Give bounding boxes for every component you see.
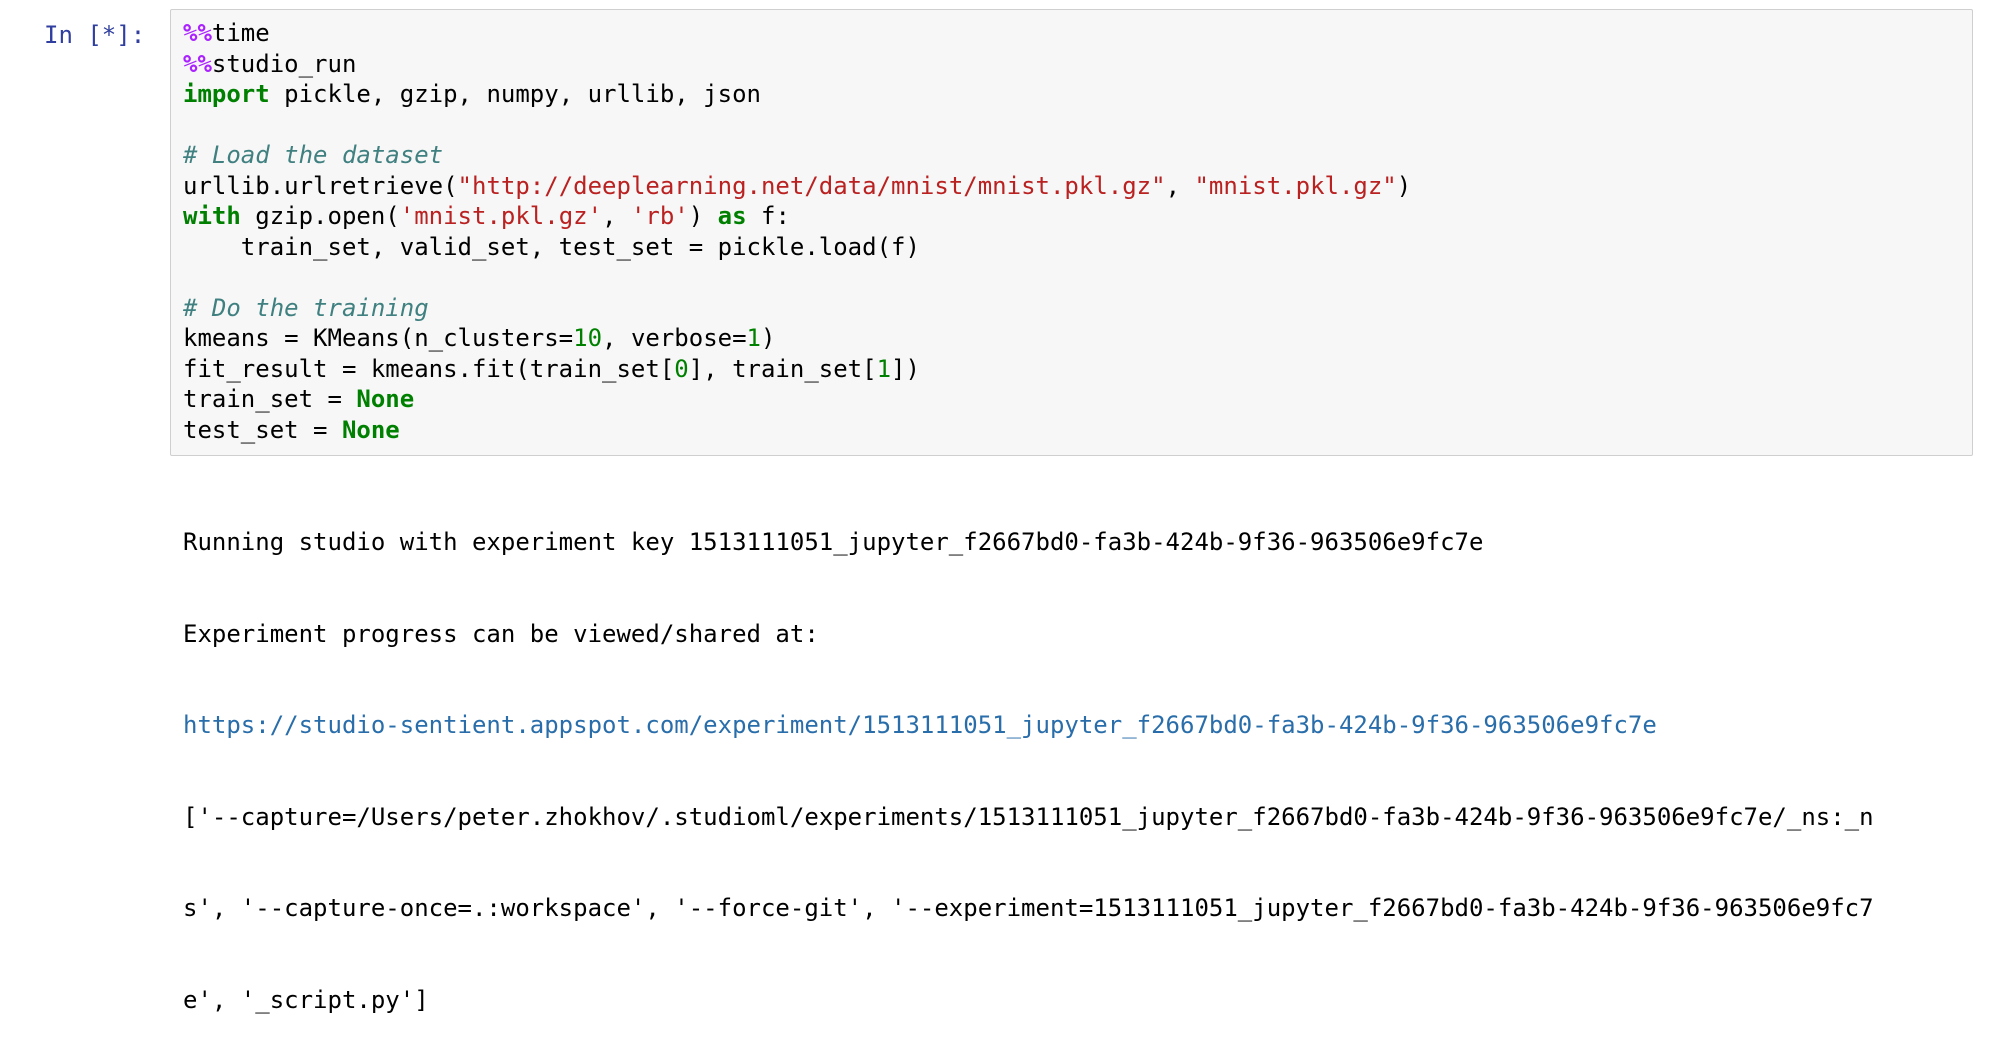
code-token-text: ]): [891, 354, 920, 383]
code-line: kmeans = KMeans(n_clusters=10, verbose=1…: [183, 323, 1411, 354]
code-token-text: pickle, gzip, numpy, urllib, json: [269, 80, 761, 108]
code-token-comment: # Load the dataset: [183, 141, 444, 169]
code-line: # Load the dataset: [183, 140, 1411, 171]
code-line: urllib.urlretrieve("http://deeplearning.…: [183, 171, 1411, 202]
code-token-text: fit_result = kmeans.fit(train_set[: [183, 354, 675, 383]
code-token-string: 'mnist.pkl.gz': [399, 202, 603, 230]
cell-prompt: In [*]:: [44, 21, 146, 49]
code-token-number: 1: [876, 354, 892, 383]
cell-output: Running studio with experiment key 15131…: [183, 466, 1874, 1046]
code-token-keyword: None: [356, 385, 415, 413]
code-token-text: ,: [602, 202, 631, 230]
code-token-comment: # Do the training: [183, 293, 429, 322]
code-editor[interactable]: %%time %%studio_run import pickle, gzip, n…: [183, 18, 1411, 445]
output-line-progress: Experiment progress can be viewed/shared…: [183, 619, 819, 648]
output-args-line: ['--capture=/Users/peter.zhokhov/.studio…: [183, 802, 1874, 831]
code-token-text: , verbose=: [602, 324, 747, 352]
code-token-text: kmeans = KMeans(n_clusters=: [183, 324, 574, 352]
code-token-number: 0: [674, 354, 689, 383]
code-token-text: gzip.open(: [240, 202, 400, 230]
code-token-text: ,: [1165, 171, 1195, 200]
code-token-keyword: with: [183, 202, 241, 230]
code-token-text: train_set =: [183, 385, 357, 413]
code-token-text: studio_run: [211, 49, 357, 78]
code-line: train_set, valid_set, test_set = pickle.…: [183, 232, 1411, 263]
code-line: train_set = None: [183, 384, 1411, 415]
output-args-line: s', '--capture-once=.:workspace', '--for…: [183, 894, 1874, 922]
code-token-number: 1: [746, 324, 761, 352]
code-token-text: ): [761, 324, 776, 352]
code-token-string: "http://deeplearning.net/data/mnist/mnis…: [457, 171, 1166, 200]
output-line-experiment-key: Running studio with experiment key 15131…: [183, 528, 1484, 556]
code-line: %%time: [183, 18, 1411, 49]
code-token-magic: %%: [183, 19, 212, 47]
code-token-number: 10: [573, 324, 603, 352]
output-args-line: e', '_script.py']: [183, 985, 429, 1014]
code-line: test_set = None: [183, 415, 1411, 446]
code-line: # Do the training: [183, 293, 1411, 324]
code-line: %%studio_run: [183, 49, 1411, 80]
experiment-link[interactable]: https://studio-sentient.appspot.com/expe…: [183, 710, 1874, 741]
code-token-text: f:: [746, 202, 790, 230]
code-token-text: ): [688, 202, 718, 230]
code-token-text: ): [1396, 171, 1412, 200]
code-token-string: 'rb': [630, 202, 689, 230]
code-token-text: test_set =: [183, 415, 342, 444]
code-line: with gzip.open('mnist.pkl.gz', 'rb') as …: [183, 201, 1411, 232]
code-token-keyword: None: [341, 415, 400, 444]
code-token-keyword: import: [183, 80, 270, 108]
code-token-text: time: [211, 19, 270, 47]
code-line: fit_result = kmeans.fit(train_set[0], tr…: [183, 354, 1411, 385]
code-token-keyword: as: [717, 202, 747, 230]
code-line: import pickle, gzip, numpy, urllib, json: [183, 79, 1411, 110]
code-token-text: train_set, valid_set, test_set = pickle.…: [183, 232, 920, 261]
code-token-magic: %%: [183, 49, 212, 78]
code-token-string: "mnist.pkl.gz": [1194, 171, 1397, 200]
code-token-text: urllib.urlretrieve(: [183, 171, 458, 200]
code-token-text: ], train_set[: [688, 354, 877, 383]
